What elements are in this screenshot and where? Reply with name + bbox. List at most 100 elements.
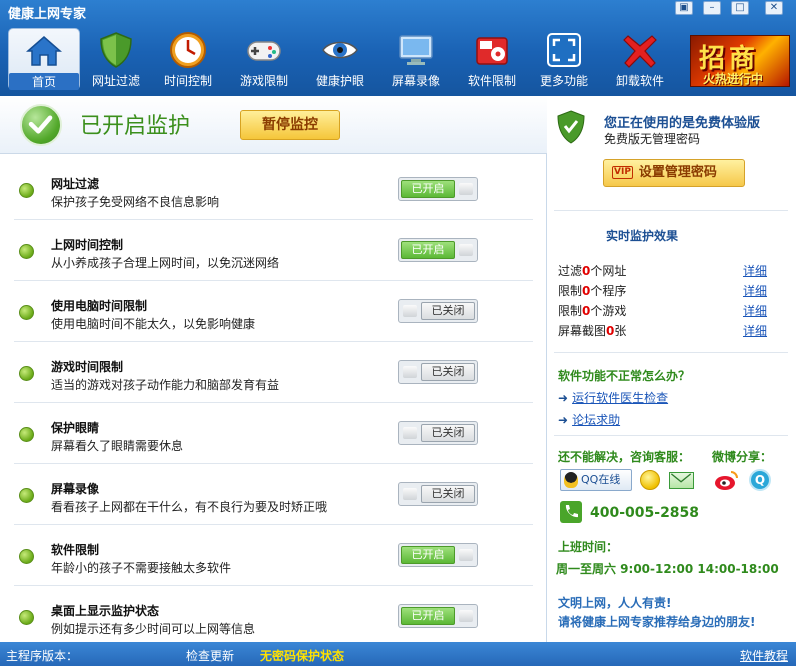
- slogan-line-2: 请将健康上网专家推荐给身边的朋友!: [558, 615, 756, 629]
- feature-toggle[interactable]: 已关闭: [398, 299, 478, 323]
- toolbar-uninstall-label: 卸载软件: [615, 74, 664, 88]
- monitor-row: 限制0个游戏 详细: [558, 302, 768, 319]
- toolbar-time-control[interactable]: 时间控制: [152, 28, 224, 90]
- skin-button[interactable]: ▣: [675, 1, 693, 15]
- arrow-icon: ➜: [558, 413, 569, 427]
- pause-monitor-button[interactable]: 暂停监控: [240, 110, 340, 140]
- feature-title: 桌面上显示监护状态: [51, 604, 160, 618]
- feature-row: 使用电脑时间限制 使用电脑时间不能太久，以免影响健康 已关闭: [0, 281, 547, 342]
- toolbar-time-control-label: 时间控制: [163, 74, 212, 88]
- toolbar-uninstall[interactable]: 卸载软件: [604, 28, 676, 90]
- gamepad-icon: [247, 41, 281, 61]
- maximize-button[interactable]: □: [731, 1, 749, 15]
- forum-link[interactable]: ➜ 论坛求助: [558, 411, 620, 428]
- toolbar-more[interactable]: 更多功能: [528, 28, 600, 90]
- feature-toggle[interactable]: 已关闭: [398, 482, 478, 506]
- help-question: 软件功能不正常怎么办？: [558, 369, 691, 383]
- tutorial-link[interactable]: 软件教程: [740, 647, 788, 664]
- feature-row: 保护眼睛 屏幕看久了眼睛需要休息 已关闭: [0, 403, 547, 464]
- feature-toggle[interactable]: 已开启: [398, 177, 478, 201]
- customer-service-title: 还不能解决，咨询客服：: [558, 450, 691, 464]
- slogan-line-1: 文明上网，人人有责!: [558, 596, 672, 610]
- disc-icon: [476, 37, 508, 65]
- feature-title: 保护眼睛: [51, 421, 100, 435]
- toolbar-screen-record-label: 屏幕录像: [391, 74, 440, 88]
- vip-icon: VIP: [612, 166, 633, 179]
- toolbar-software-limit-label: 软件限制: [467, 74, 516, 88]
- title-toolbar: 健康上网专家 ▣ – □ ✕ 首页 网址过滤 时间控制 游戏限制 健康护眼 屏幕…: [0, 0, 796, 96]
- feature-toggle[interactable]: 已关闭: [398, 421, 478, 445]
- mail-icon[interactable]: [669, 472, 694, 489]
- toolbar-eye-care[interactable]: 健康护眼: [304, 28, 376, 90]
- work-hours: 周一至周六 9:00-12:00 14:00-18:00: [556, 562, 779, 576]
- monitor-effect-title: 实时监护效果: [606, 229, 679, 243]
- status-dot-icon: [19, 427, 34, 442]
- monitor-status-text: 已开启监护: [80, 114, 191, 139]
- status-bar: 主程序版本： 检查更新 无密码保护状态 软件教程: [0, 642, 796, 666]
- toolbar-game-limit[interactable]: 游戏限制: [228, 28, 300, 90]
- home-icon: [26, 36, 62, 66]
- feature-desc: 使用电脑时间不能太久，以免影响健康: [51, 317, 256, 331]
- side-panel: 您正在使用的是免费体验版 免费版无管理密码 VIP 设置管理密码 实时监护效果 过…: [548, 96, 796, 642]
- feature-desc: 看看孩子上网都在干什么，有不良行为要及时矫正哦: [51, 500, 328, 514]
- feature-desc: 年龄小的孩子不需要接触太多软件: [51, 561, 232, 575]
- toggle-label: 已开启: [401, 180, 455, 198]
- toggle-label: 已开启: [401, 546, 455, 564]
- feature-title: 上网时间控制: [51, 238, 124, 252]
- feature-desc: 屏幕看久了眼睛需要休息: [51, 439, 184, 453]
- check-update-link[interactable]: 检查更新: [186, 647, 234, 664]
- feature-row: 网址过滤 保护孩子免受网络不良信息影响 已开启: [0, 159, 547, 220]
- promo-small-text: 火热进行中: [703, 72, 764, 86]
- feature-row: 游戏时间限制 适当的游戏对孩子动作能力和脑部发育有益 已关闭: [0, 342, 547, 403]
- detail-link[interactable]: 详细: [743, 262, 767, 279]
- status-dot-icon: [19, 610, 34, 625]
- status-dot-icon: [19, 244, 34, 259]
- detail-link[interactable]: 详细: [743, 322, 767, 339]
- toolbar-screen-record[interactable]: 屏幕录像: [380, 28, 452, 90]
- feature-title: 屏幕录像: [51, 482, 100, 496]
- feature-toggle[interactable]: 已关闭: [398, 360, 478, 384]
- toolbar-game-limit-label: 游戏限制: [239, 74, 288, 88]
- set-password-button[interactable]: VIP 设置管理密码: [603, 159, 745, 187]
- feature-toggle[interactable]: 已开启: [398, 604, 478, 628]
- phone-icon: [560, 501, 582, 523]
- feature-row: 桌面上显示监护状态 例如提示还有多少时间可以上网等信息 已开启: [0, 586, 547, 647]
- detail-link[interactable]: 详细: [743, 282, 767, 299]
- feature-desc: 例如提示还有多少时间可以上网等信息: [51, 622, 256, 636]
- toolbar-eye-care-label: 健康护眼: [315, 74, 364, 88]
- free-version-shield-icon: [557, 110, 585, 144]
- minimize-button[interactable]: –: [703, 1, 721, 15]
- close-button[interactable]: ✕: [765, 1, 783, 15]
- feature-desc: 适当的游戏对孩子动作能力和脑部发育有益: [51, 378, 280, 392]
- app-title: 健康上网专家: [8, 7, 87, 22]
- qq-online-button[interactable]: QQ在线: [560, 469, 632, 491]
- detail-link[interactable]: 详细: [743, 302, 767, 319]
- feature-desc: 保护孩子免受网络不良信息影响: [51, 195, 220, 209]
- no-password-status[interactable]: 无密码保护状态: [260, 647, 344, 664]
- smile-icon[interactable]: [640, 470, 660, 490]
- toolbar-url-filter[interactable]: 网址过滤: [80, 28, 152, 90]
- toolbar-more-label: 更多功能: [539, 74, 588, 88]
- shield-icon: [100, 32, 132, 68]
- free-version-sub: 免费版无管理密码: [604, 132, 701, 146]
- tencent-weibo-icon[interactable]: Q: [749, 469, 771, 491]
- toolbar-home[interactable]: 首页: [8, 28, 80, 90]
- toggle-label: 已开启: [401, 607, 455, 625]
- toolbar-software-limit[interactable]: 软件限制: [456, 28, 528, 90]
- monitor-row: 过滤0个网址 详细: [558, 262, 768, 279]
- qq-penguin-icon: [564, 472, 578, 488]
- version-label: 主程序版本：: [6, 649, 79, 663]
- feature-toggle[interactable]: 已开启: [398, 543, 478, 567]
- promo-banner[interactable]: 招商 火热进行中: [690, 35, 790, 87]
- feature-title: 软件限制: [51, 543, 100, 557]
- monitor-row: 屏幕截图0张 详细: [558, 322, 768, 339]
- status-dot-icon: [19, 366, 34, 381]
- free-version-title: 您正在使用的是免费体验版: [604, 116, 761, 131]
- status-dot-icon: [19, 183, 34, 198]
- monitor-row: 限制0个程序 详细: [558, 282, 768, 299]
- sina-weibo-icon[interactable]: [714, 469, 740, 491]
- doctor-link[interactable]: ➜ 运行软件医生检查: [558, 389, 668, 406]
- arrow-icon: ➜: [558, 391, 569, 405]
- status-dot-icon: [19, 305, 34, 320]
- feature-toggle[interactable]: 已开启: [398, 238, 478, 262]
